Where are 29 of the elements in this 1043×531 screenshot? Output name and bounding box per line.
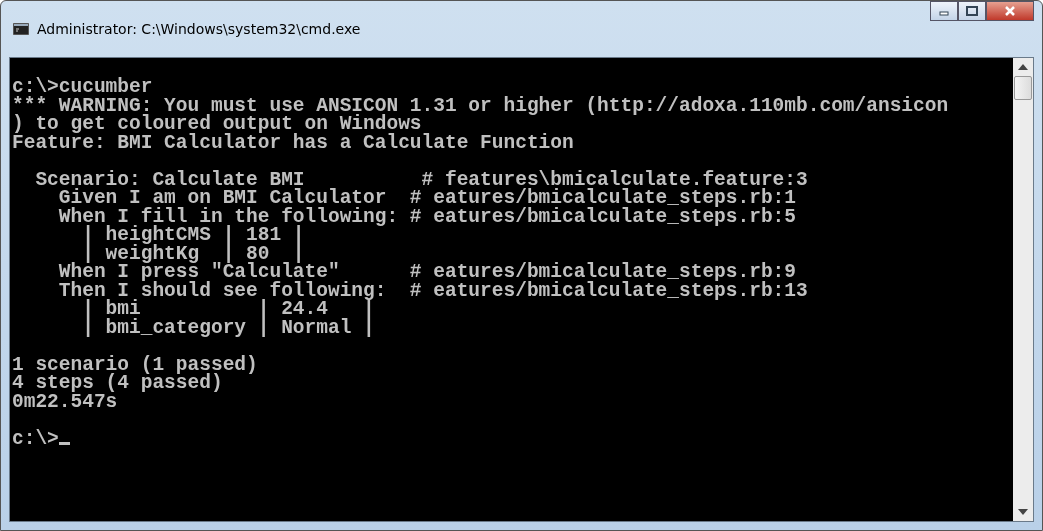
console-line: Feature: BMI Calculator has a Calculate Function — [12, 133, 575, 152]
console-line: 1 scenario (1 passed) — [12, 355, 259, 374]
window-title: Administrator: C:\Windows\system32\cmd.exe — [37, 21, 361, 37]
console-line: Given I am on BMI Calculator # eatures/bmicalculate_steps.rb:1 — [57, 189, 798, 208]
console-line: 4 steps (4 passed) — [12, 374, 223, 393]
close-button[interactable] — [986, 1, 1034, 21]
console-line: | weightKg | 80 | — [82, 244, 305, 263]
console-line: 0m22.547s — [12, 392, 118, 411]
scrollbar-thumb[interactable] — [1014, 76, 1032, 100]
maximize-icon — [966, 6, 978, 16]
console-line: | heightCMS | 181 | — [81, 226, 305, 245]
console-line: *** WARNING: You must use ANSICON 1.31 or higher (http://adoxa.110mb.com/ansicon — [12, 96, 950, 115]
scroll-up-icon[interactable] — [1018, 64, 1028, 70]
console-line: | bmi_category | Normal | — [81, 318, 376, 337]
close-icon — [1004, 6, 1016, 16]
console-line: ) to get coloured output on Windows — [12, 115, 422, 134]
console-line: Then I should see following: # eatures/bmicalculate_steps.rb:13 — [57, 281, 809, 300]
console-prompt: c:\> — [12, 429, 59, 448]
console-line: | bmi | 24.4 | — [81, 300, 375, 319]
minimize-button[interactable] — [930, 1, 958, 21]
console-line: When I fill in the following: # eatures/bmicalculate_steps.rb:5 — [57, 207, 798, 226]
console-line: When I press "Calculate" # eatures/bmicalculate_steps.rb:9 — [57, 263, 797, 282]
vertical-scrollbar[interactable] — [1013, 58, 1033, 521]
console-line: c:\>cucumber — [12, 78, 154, 97]
scroll-down-icon[interactable] — [1018, 509, 1028, 515]
console-line: Scenario: Calculate BMI # features\bmicalculate.feature:3 — [34, 170, 809, 189]
text-cursor — [58, 442, 70, 445]
console-icon — [13, 23, 29, 35]
maximize-button[interactable] — [958, 1, 986, 21]
